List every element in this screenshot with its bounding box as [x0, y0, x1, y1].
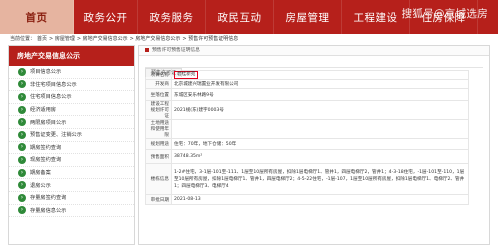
breadcrumb-item[interactable]: 房地产交易信息公示: [83, 36, 128, 42]
row-value: 2021-08-13: [171, 194, 469, 205]
sidebar: 房地产交易信息公示 › 项目信息公示 › 非住宅项目信息公示 › 住宅项目信息公示 ›…: [8, 45, 135, 245]
breadcrumb-item[interactable]: 房地产交易信息公示: [135, 36, 180, 42]
chevron-right-icon: ›: [18, 92, 26, 101]
sidebar-item[interactable]: › 期房备案: [9, 167, 134, 180]
table-row: 土地用途和使用年限: [145, 119, 469, 139]
row-value: 北京城建兴瑞置业开发有限公司: [171, 79, 469, 89]
chevron-right-icon: ›: [18, 118, 26, 127]
sidebar-item-label: 经济适用房: [30, 107, 56, 114]
nav-construction[interactable]: 工程建设: [342, 0, 410, 34]
nav-government-services[interactable]: 政务服务: [138, 0, 206, 34]
sidebar-item[interactable]: › 期房签约查询: [9, 142, 134, 155]
nav-housing-management[interactable]: 房屋管理: [274, 0, 342, 34]
chevron-right-icon: ›: [18, 206, 26, 215]
row-value: 住宅：70年，地下仓储：50年: [171, 138, 469, 150]
row-value: 碧桂新苑: [171, 70, 469, 80]
chevron-right-icon: ›: [18, 143, 26, 152]
sidebar-item-label: 期房签约查询: [30, 144, 62, 151]
chevron-right-icon: ›: [18, 181, 26, 190]
breadcrumb-item[interactable]: 预售许可预售证明信息: [188, 36, 238, 42]
sidebar-item[interactable]: › 现房签约查询: [9, 154, 134, 167]
row-label: 开发商: [145, 79, 172, 89]
chevron-right-icon: ›: [18, 155, 26, 164]
sidebar-item[interactable]: › 经济适用房: [9, 104, 134, 117]
row-label: 坐落位置: [145, 88, 172, 101]
sidebar-item[interactable]: › 退房公示: [9, 179, 134, 192]
row-value: [171, 119, 469, 139]
sidebar-item[interactable]: › 预售证变更、注销公示: [9, 129, 134, 142]
sidebar-item[interactable]: › 两限房项目公示: [9, 116, 134, 129]
page: 首页 政务公开 政务服务 政民互动 房屋管理 工程建设 住房保障 搜狐号@京城选…: [0, 0, 498, 245]
chevron-right-icon: ›: [18, 67, 26, 76]
section-title: 预售许可预售证明信息: [152, 48, 200, 53]
table-row: 建设工程规划许可证 2021规(东)建字0003号: [145, 100, 469, 120]
nav-government-affairs[interactable]: 政务公开: [74, 0, 138, 34]
chevron-right-icon: ›: [18, 130, 26, 139]
breadcrumb: 当前位置： 首页 > 房屋管理 > 房地产交易信息公示 > 房地产交易信息公示 > 预售许…: [10, 36, 239, 42]
table-row: 坐落位置 东城区安乐林路9号: [145, 88, 469, 101]
row-value: 38748.35m²: [171, 149, 469, 164]
sidebar-item[interactable]: › 住宅项目信息公示: [9, 91, 134, 104]
sidebar-item[interactable]: › 存量房签约查询: [9, 192, 134, 205]
square-bullet-icon: [145, 47, 149, 52]
sidebar-item-label: 住宅项目信息公示: [30, 94, 72, 101]
main-panel: 预售许可预售证明信息 预售许可证 项目名称 碧桂新苑 开发商 北京城建兴瑞置业开…: [138, 45, 490, 245]
sidebar-item-label: 两限房项目公示: [30, 119, 67, 126]
chevron-right-icon: ›: [18, 168, 26, 177]
row-label: 土地用途和使用年限: [145, 119, 172, 139]
sidebar-item[interactable]: › 存量房信息公示: [9, 205, 134, 218]
tab-bar: 预售许可证: [145, 59, 483, 77]
chevron-right-icon: ›: [18, 193, 26, 202]
breadcrumb-item[interactable]: 房屋管理: [55, 36, 75, 42]
table-row: 楼栋信息 1-2#住宅，3-1层-101至-111、1层至10层所有房屋，扣除1…: [145, 163, 469, 195]
table-row: 审批日期 2021-08-13: [145, 194, 469, 205]
table-row: 规划用途 住宅：70年，地下仓储：50年: [145, 138, 469, 150]
chevron-right-icon: ›: [18, 80, 26, 89]
sidebar-item-label: 存量房信息公示: [30, 207, 67, 214]
section-header: 预售许可预售证明信息: [139, 46, 489, 56]
row-value: 2021规(东)建字0003号: [171, 100, 469, 120]
row-value: 东城区安乐林路9号: [171, 88, 469, 101]
project-name-highlight: 碧桂新苑: [174, 71, 199, 79]
sidebar-item-label: 非住宅项目信息公示: [30, 81, 77, 88]
sidebar-item-label: 现房签约查询: [30, 157, 62, 164]
sidebar-item-label: 存量房签约查询: [30, 195, 67, 202]
presale-info-table: 项目名称 碧桂新苑 开发商 北京城建兴瑞置业开发有限公司 坐落位置 东城区安乐林…: [145, 70, 469, 205]
row-label: 规划用途: [145, 138, 172, 150]
sidebar-item-label: 期房备案: [30, 170, 51, 177]
table-row: 预售面积 38748.35m²: [145, 149, 469, 164]
watermark-text: 搜狐号@京城选房: [401, 8, 488, 20]
chevron-right-icon: ›: [18, 105, 26, 114]
breadcrumb-item[interactable]: 首页: [37, 36, 47, 42]
breadcrumb-label: 当前位置：: [10, 36, 36, 42]
sidebar-item[interactable]: › 项目信息公示: [9, 66, 134, 79]
sidebar-item-label: 退房公示: [30, 182, 51, 189]
nav-public-interaction[interactable]: 政民互动: [206, 0, 274, 34]
table-row: 开发商 北京城建兴瑞置业开发有限公司: [145, 79, 469, 89]
row-label: 预售面积: [145, 149, 172, 164]
row-label: 建设工程规划许可证: [145, 100, 172, 120]
row-label: 楼栋信息: [145, 163, 172, 195]
sidebar-item[interactable]: › 非住宅项目信息公示: [9, 79, 134, 92]
row-label: 审批日期: [145, 194, 172, 205]
sidebar-title: 房地产交易信息公示: [9, 46, 134, 66]
sidebar-item-label: 项目信息公示: [30, 69, 62, 76]
nav-home[interactable]: 首页: [0, 0, 74, 34]
sidebar-item-label: 预售证变更、注销公示: [30, 132, 82, 139]
row-value: 1-2#住宅，3-1层-101至-111、1层至10层所有房屋，扣除1层电梯厅1…: [171, 163, 469, 195]
table-row: 项目名称 碧桂新苑: [145, 70, 469, 80]
